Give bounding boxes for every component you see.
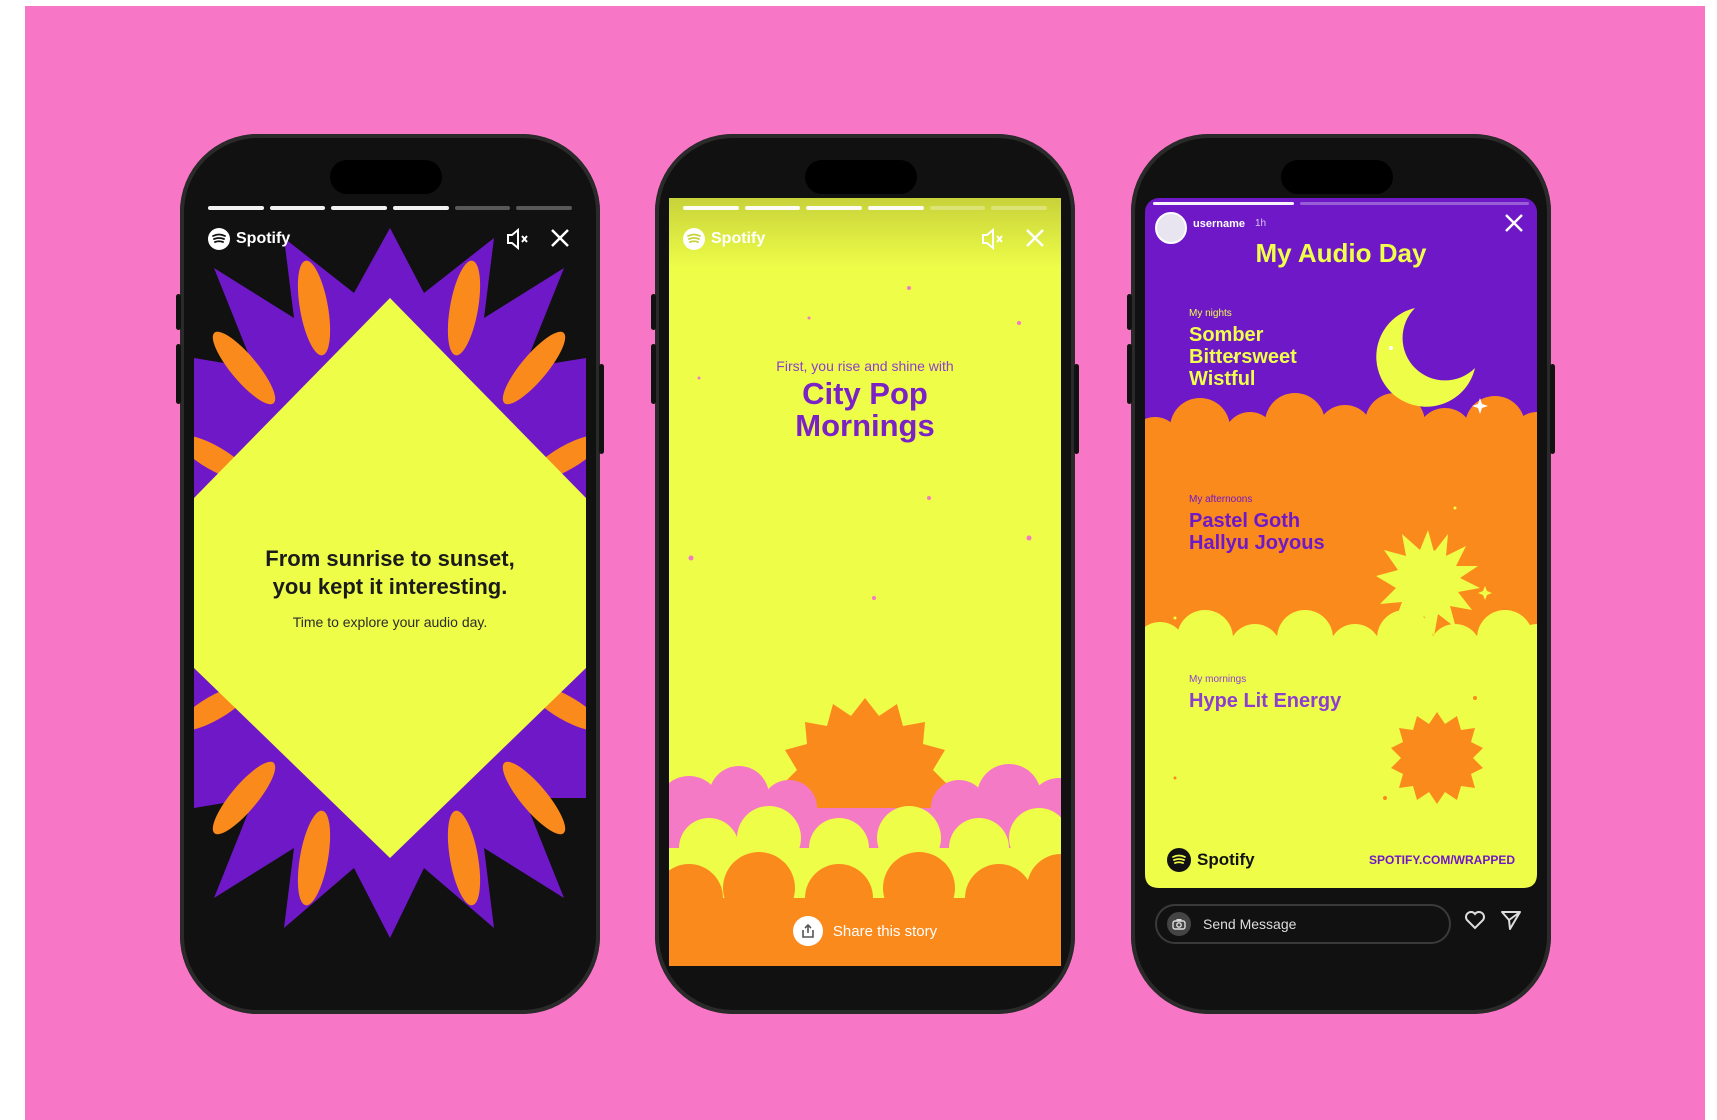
wrapped-url: SPOTIFY.COM/WRAPPED [1368,853,1515,867]
story-progress-bar [683,206,1048,210]
progress-segment [208,206,264,210]
afternoons-label: My afternoons [1189,494,1253,505]
progress-segment [806,206,863,210]
story-headline: From sunrise to sunset, you kept it inte… [194,545,586,601]
spotify-brand: Spotify [683,228,765,250]
brand-name: Spotify [236,230,291,247]
story-screen-2[interactable]: Spotify First, you rise and shine with C… [669,198,1061,966]
send-message-placeholder: Send Message [1203,916,1297,932]
progress-segment [516,206,573,210]
progress-segment [269,206,326,210]
progress-segment [393,206,449,210]
progress-track [1299,202,1529,205]
spotify-logo-icon [208,228,230,250]
phone-2: Spotify First, you rise and shine with C… [651,134,1079,1014]
phone-button [1074,364,1079,454]
spotify-logo-icon [683,228,705,250]
camera-icon[interactable] [1167,912,1191,936]
phone-button [1550,364,1555,454]
progress-segment [868,206,924,210]
progress-fill [1153,202,1294,205]
headline-line: you kept it interesting. [272,574,508,599]
phone-button [1127,294,1132,330]
mood-line: Somber [1189,324,1264,346]
progress-segment [929,206,986,210]
brand-name: Spotify [711,230,766,247]
dynamic-island [1281,160,1393,194]
mornings-label: My mornings [1189,674,1247,685]
headline-line: From sunrise to sunset, [265,546,515,571]
close-icon[interactable] [1503,212,1525,241]
send-message-input[interactable]: Send Message [1155,904,1451,944]
mornings-moods: Hype Lit Energy [1189,690,1341,712]
share-story-button[interactable]: Share this story [669,916,1061,946]
pink-backdrop: Spotify From sunrise to sunset, you kept… [25,6,1705,1120]
spotify-brand: Spotify [1167,848,1255,872]
dynamic-island [330,160,442,194]
mood-line: Bittersweet [1189,346,1297,368]
nights-label: My nights [1189,308,1232,319]
send-icon[interactable] [1499,908,1523,939]
progress-segment [454,206,511,210]
title-line: Mornings [795,408,935,443]
mute-icon[interactable] [979,226,1005,256]
story-intro: First, you rise and shine with [776,358,954,374]
mood-line: Hallyu Joyous [1189,532,1325,554]
phone-button [651,344,656,404]
phone-button [599,364,604,454]
sunrise-illustration [669,198,1061,966]
close-icon[interactable] [548,226,572,256]
mood-line: Wistful [1189,368,1256,390]
story-progress-bar [208,206,573,210]
title-line: City Pop [802,376,928,411]
nights-moods: Somber Bittersweet Wistful [1189,324,1297,390]
story-footer: Spotify SPOTIFY.COM/WRAPPED [1167,848,1515,872]
story-subtext: Time to explore your audio day. [292,614,488,630]
progress-segment [991,206,1048,210]
phone-3: username 1h My Audio Day My nights Sombe… [1127,134,1555,1014]
share-icon [792,916,823,946]
share-label: Share this story [832,922,938,940]
story-screen-3[interactable]: username 1h My Audio Day My nights Sombe… [1145,198,1537,966]
brand-name: Spotify [1197,850,1255,869]
phone-1: Spotify From sunrise to sunset, you kept… [176,134,604,1014]
heart-icon[interactable] [1463,908,1487,939]
story-title: City Pop Mornings [669,378,1061,442]
progress-segment [683,206,739,210]
close-icon[interactable] [1023,226,1047,256]
story-progress-bar [1153,202,1529,205]
post-time: 1h [1255,218,1267,229]
phone-button [1127,344,1132,404]
story-screen-1[interactable]: Spotify From sunrise to sunset, you kept… [194,198,586,966]
mood-line: Pastel Goth [1189,510,1301,532]
mood-line: Hype Lit Energy [1189,690,1342,712]
afternoons-moods: Pastel Goth Hallyu Joyous [1189,510,1325,554]
phone-button [651,294,656,330]
spotify-logo-icon [1167,848,1191,872]
username[interactable]: username [1193,218,1245,230]
mute-icon[interactable] [504,226,530,256]
progress-segment [331,206,388,210]
progress-segment [744,206,801,210]
phone-button [176,294,181,330]
dynamic-island [805,160,917,194]
phone-button [176,344,181,404]
spotify-brand: Spotify [208,228,290,250]
story-title: My Audio Day [1255,238,1427,268]
